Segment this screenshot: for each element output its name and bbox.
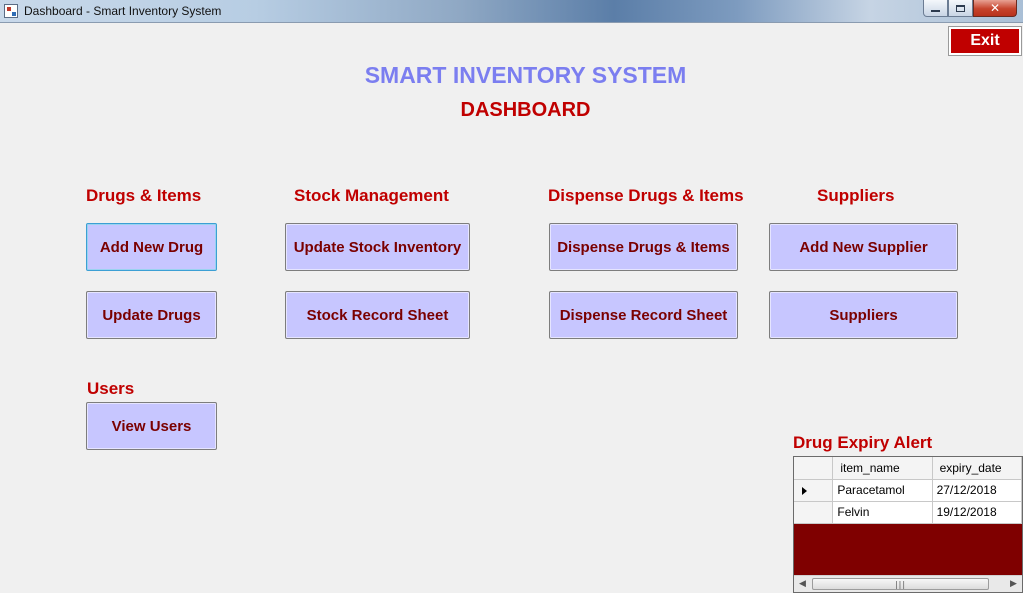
maximize-icon — [956, 4, 965, 12]
minimize-button[interactable] — [923, 0, 948, 17]
scroll-right-icon[interactable]: ▶ — [1005, 576, 1022, 592]
window-controls: ✕ — [923, 0, 1017, 17]
maximize-button[interactable] — [948, 0, 973, 17]
current-row-arrow-icon — [802, 486, 807, 495]
exit-button[interactable]: Exit — [948, 26, 1022, 56]
table-cell-item-name[interactable]: Paracetamol — [832, 479, 933, 502]
add-new-drug-button[interactable]: Add New Drug — [86, 223, 217, 271]
table-row[interactable]: Paracetamol 27/12/2018 — [794, 479, 1022, 502]
window-titlebar: Dashboard - Smart Inventory System ✕ — [0, 0, 1023, 23]
add-new-supplier-button[interactable]: Add New Supplier — [769, 223, 958, 271]
section-label-dispense: Dispense Drugs & Items — [548, 186, 744, 205]
update-drugs-button[interactable]: Update Drugs — [86, 291, 217, 339]
row-header[interactable] — [794, 501, 834, 524]
expiry-alert-label: Drug Expiry Alert — [793, 433, 933, 452]
window-title: Dashboard - Smart Inventory System — [24, 4, 222, 18]
minimize-icon — [931, 9, 940, 12]
section-label-stock: Stock Management — [294, 186, 449, 205]
column-header-item-name[interactable]: item_name — [832, 457, 933, 480]
horizontal-scrollbar[interactable]: ◀ ||| ▶ — [794, 575, 1022, 592]
section-label-suppliers: Suppliers — [817, 186, 895, 205]
view-users-button[interactable]: View Users — [86, 402, 217, 450]
scroll-left-icon[interactable]: ◀ — [794, 576, 811, 592]
stock-record-sheet-button[interactable]: Stock Record Sheet — [285, 291, 470, 339]
row-header-corner — [794, 457, 834, 480]
table-cell-item-name[interactable]: Felvin — [832, 501, 933, 524]
dispense-drugs-items-button[interactable]: Dispense Drugs & Items — [549, 223, 738, 271]
suppliers-button[interactable]: Suppliers — [769, 291, 958, 339]
expiry-grid: item_name expiry_date Paracetamol 27/12/… — [793, 456, 1023, 593]
close-window-button[interactable]: ✕ — [973, 0, 1017, 17]
table-row[interactable]: Felvin 19/12/2018 — [794, 501, 1022, 524]
table-cell-expiry-date[interactable]: 19/12/2018 — [932, 501, 1022, 524]
row-header[interactable] — [794, 479, 834, 502]
table-header-row: item_name expiry_date — [794, 457, 1022, 480]
update-stock-inventory-button[interactable]: Update Stock Inventory — [285, 223, 470, 271]
dispense-record-sheet-button[interactable]: Dispense Record Sheet — [549, 291, 738, 339]
table-cell-expiry-date[interactable]: 27/12/2018 — [932, 479, 1022, 502]
column-header-expiry-date[interactable]: expiry_date — [932, 457, 1022, 480]
section-label-users: Users — [87, 379, 135, 398]
section-label-drugs: Drugs & Items — [86, 186, 202, 205]
close-icon: ✕ — [989, 1, 1001, 15]
scroll-thumb[interactable]: ||| — [812, 578, 989, 590]
app-icon — [4, 4, 18, 18]
page-title: DASHBOARD — [460, 99, 591, 121]
app-title: SMART INVENTORY SYSTEM — [364, 62, 687, 88]
expiry-table: item_name expiry_date Paracetamol 27/12/… — [794, 457, 1022, 524]
